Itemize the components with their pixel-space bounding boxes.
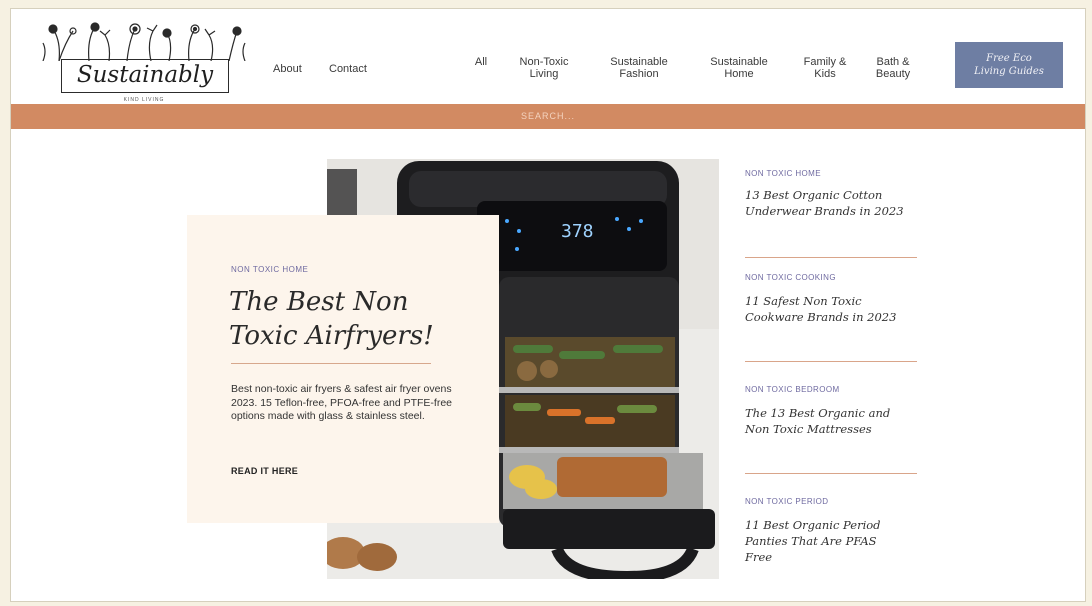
botanical-illustration-icon [42, 22, 246, 61]
featured-category[interactable]: NON TOXIC HOME [231, 265, 308, 274]
nav-label-line2: Fashion [619, 68, 659, 80]
search-bar[interactable]: SEARCH... [11, 104, 1085, 129]
nav-label-line2: Home [724, 68, 754, 80]
sidebar-divider [745, 257, 917, 258]
free-guides-button[interactable]: Free Eco Living Guides [955, 42, 1063, 88]
nav-label-line1: Non-Toxic [519, 56, 569, 68]
sidebar-post-3-category[interactable]: NON TOXIC BEDROOM [745, 385, 840, 394]
nav-all-label: All [474, 56, 488, 68]
sidebar-divider [745, 473, 917, 474]
nav-contact[interactable]: Contact [329, 63, 367, 75]
sidebar-post-2-category[interactable]: NON TOXIC COOKING [745, 273, 836, 282]
nav-label-line2: Beauty [875, 68, 911, 80]
featured-post-card: NON TOXIC HOME The Best Non Toxic Airfry… [187, 215, 499, 523]
sidebar-post-1-title[interactable]: 13 Best Organic Cotton Underwear Brands … [745, 187, 905, 219]
nav-bath-beauty[interactable]: Bath & Beauty [865, 56, 921, 80]
sidebar-post-3-title[interactable]: The 13 Best Organic and Non Toxic Mattre… [745, 405, 905, 437]
nav-label-line1: Sustainable [710, 56, 768, 68]
sidebar-divider [745, 361, 917, 362]
nav-label-line2: Kids [814, 68, 836, 80]
nav-family-kids[interactable]: Family & Kids [797, 56, 853, 80]
nav-all[interactable]: All [473, 56, 489, 68]
sidebar-post-2-title[interactable]: 11 Safest Non Toxic Cookware Brands in 2… [745, 293, 905, 325]
nav-about[interactable]: About [273, 63, 302, 75]
sidebar-post-4-title[interactable]: 11 Best Organic Period Panties That Are … [745, 517, 905, 565]
cta-line2: Living Guides [974, 66, 1044, 77]
browser-page: Sustainably KIND LIVING About Contact Al… [10, 8, 1086, 602]
site-header: Sustainably KIND LIVING About Contact Al… [11, 9, 1085, 104]
nav-label-line1: Family & [803, 56, 847, 68]
nav-non-toxic-living[interactable]: Non-Toxic Living [511, 56, 577, 80]
logo-subtext: KIND LIVING [123, 97, 165, 103]
nav-label-line2: Living [529, 68, 559, 80]
featured-description: Best non-toxic air fryers & safest air f… [231, 383, 452, 422]
read-more-link[interactable]: READ IT HERE [231, 466, 298, 476]
nav-sustainable-fashion[interactable]: Sustainable Fashion [601, 56, 677, 80]
sidebar-post-4-category[interactable]: NON TOXIC PERIOD [745, 497, 828, 506]
nav-sustainable-home[interactable]: Sustainable Home [701, 56, 777, 80]
nav-label-line1: Sustainable [610, 56, 668, 68]
nav-label-line1: Bath & [876, 56, 910, 68]
cta-line1: Free Eco [986, 53, 1032, 64]
sidebar-post-1-category[interactable]: NON TOXIC HOME [745, 169, 821, 178]
featured-title[interactable]: The Best Non Toxic Airfryers! [229, 285, 469, 353]
site-logo[interactable]: Sustainably KIND LIVING [39, 21, 249, 103]
logo-wordmark: Sustainably [61, 59, 229, 93]
featured-divider [231, 363, 431, 364]
airfryer-display-text: 378 [561, 221, 594, 242]
